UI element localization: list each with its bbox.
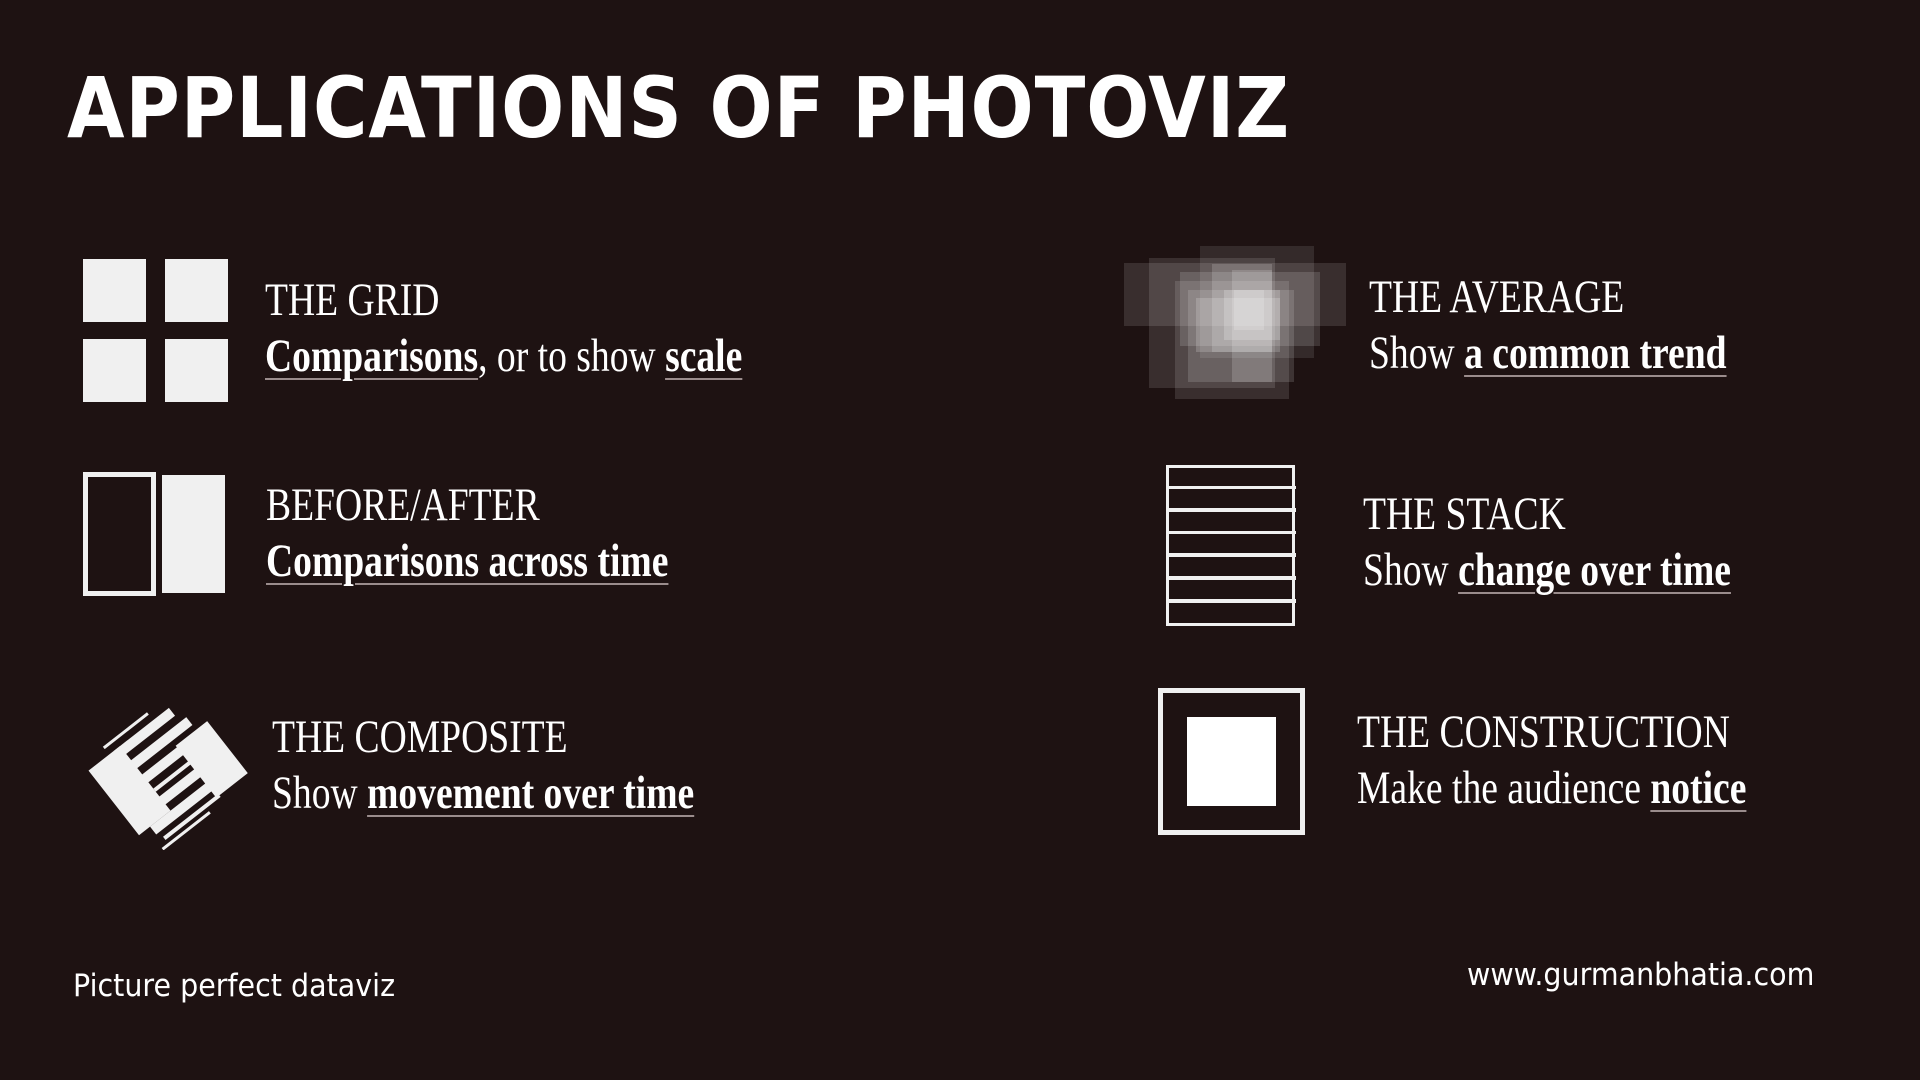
item-construction: THE CONSTRUCTION Make the audience notic…: [1357, 704, 1746, 816]
item-description: Show change over time: [1363, 542, 1731, 598]
emphasis-text: Comparisons: [265, 330, 479, 382]
item-description: Make the audience notice: [1357, 760, 1746, 816]
item-heading: THE CONSTRUCTION: [1357, 706, 1730, 758]
grid-icon: [83, 259, 228, 402]
item-description: Show movement over time: [272, 765, 694, 821]
item-stack: THE STACK Show change over time: [1363, 486, 1731, 598]
before-after-icon: [83, 472, 225, 596]
item-heading: THE GRID: [265, 274, 440, 326]
item-heading: THE STACK: [1363, 488, 1566, 540]
emphasis-text: a common trend: [1464, 327, 1727, 379]
average-icon: [1124, 246, 1346, 399]
plain-text: Show: [1363, 544, 1459, 596]
footer-website-link[interactable]: www.gurmanbhatia.com: [1467, 957, 1814, 993]
emphasis-text: notice: [1650, 762, 1747, 814]
item-heading: THE COMPOSITE: [272, 711, 568, 763]
item-composite: THE COMPOSITE Show movement over time: [272, 709, 694, 821]
emphasis-text: movement over time: [367, 767, 695, 819]
composite-icon: [88, 707, 248, 850]
emphasis-text: Comparisons across time: [266, 535, 669, 587]
construction-icon: [1158, 688, 1305, 835]
item-heading: BEFORE/AFTER: [266, 479, 540, 531]
plain-text: Show: [272, 767, 368, 819]
item-description: Comparisons across time: [266, 533, 668, 589]
plain-text: Show: [1369, 327, 1465, 379]
item-before-after: BEFORE/AFTER Comparisons across time: [266, 477, 668, 589]
item-average: THE AVERAGE Show a common trend: [1369, 269, 1727, 381]
item-heading: THE AVERAGE: [1369, 271, 1625, 323]
item-description: Comparisons, or to show scale: [265, 328, 742, 384]
page-title: Applications of Photoviz: [67, 59, 1291, 157]
item-description: Show a common trend: [1369, 325, 1727, 381]
item-grid: THE GRID Comparisons, or to show scale: [265, 272, 742, 384]
plain-text: Make the audience: [1357, 762, 1651, 814]
footer-tagline: Picture perfect dataviz: [73, 968, 396, 1004]
plain-text: , or to show: [478, 330, 666, 382]
emphasis-text: scale: [665, 330, 743, 382]
stack-icon: [1166, 465, 1296, 626]
emphasis-text: change over time: [1458, 544, 1731, 596]
